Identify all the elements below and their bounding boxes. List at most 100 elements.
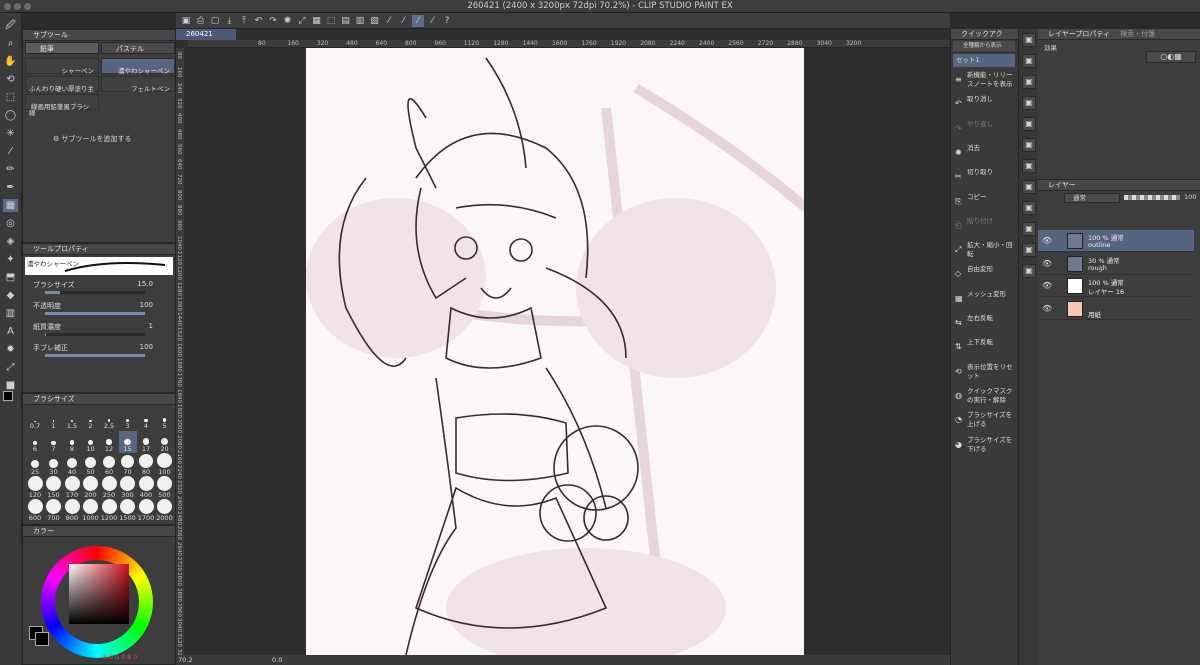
brush-size-preset[interactable]: 15: [118, 431, 137, 453]
brush-size-preset[interactable]: 200: [82, 476, 100, 499]
quick-access-item[interactable]: ↷ やり直し: [953, 120, 1015, 142]
tool-icon[interactable]: A: [3, 325, 18, 338]
command-icon[interactable]: ▣: [180, 15, 192, 27]
command-icon[interactable]: ↷: [267, 15, 279, 27]
brush-item[interactable]: ふんわり硬い厚塗り主線: [25, 76, 99, 117]
brush-item[interactable]: シャーペン: [25, 58, 99, 75]
layer-row[interactable]: 👁 30 % 通常 rough: [1038, 253, 1194, 275]
quick-access-item[interactable]: ⎗ 貼り付け: [953, 217, 1015, 239]
saturation-value-square[interactable]: [69, 564, 129, 624]
search-tag-tab[interactable]: 検索・付箋: [1120, 30, 1155, 38]
command-icon[interactable]: ⁄: [412, 15, 424, 27]
quick-access-item[interactable]: ⇆ 左右反転: [953, 314, 1015, 336]
tool-icon[interactable]: ◈: [3, 235, 18, 248]
command-icon[interactable]: ⤓: [224, 15, 236, 27]
quick-access-item[interactable]: ⤢ 拡大・縮小・回転: [953, 241, 1015, 263]
brush-size-preset[interactable]: 50: [82, 454, 100, 476]
brush-size-preset[interactable]: 1.5: [63, 408, 81, 430]
property-slider[interactable]: [45, 333, 145, 336]
tool-icon[interactable]: ⟲: [3, 73, 18, 86]
tool-icon[interactable]: 🖉: [3, 19, 18, 32]
brush-size-preset[interactable]: 7: [45, 431, 63, 453]
property-value[interactable]: 1: [123, 322, 153, 330]
tool-icon[interactable]: ✹: [3, 343, 18, 356]
tool-icon[interactable]: ◆: [3, 289, 18, 302]
quick-access-item[interactable]: ⟲ 表示位置をリセット: [953, 363, 1015, 385]
brush-size-preset[interactable]: 2000: [156, 499, 174, 522]
brush-size-preset[interactable]: 250: [100, 476, 118, 499]
tool-icon[interactable]: ⤢: [3, 361, 18, 374]
brush-size-preset[interactable]: 60: [100, 454, 118, 476]
quick-access-item[interactable]: ◕ ブラシサイズを下げる: [953, 436, 1015, 458]
command-icon[interactable]: ▥: [354, 15, 366, 27]
visibility-eye-icon[interactable]: 👁: [1042, 259, 1052, 268]
brush-size-preset[interactable]: 100: [156, 453, 174, 476]
quick-access-item[interactable]: ◔ ブラシサイズを上げる: [953, 411, 1015, 433]
property-value[interactable]: 15.0: [123, 280, 153, 288]
brush-size-preset[interactable]: 25: [26, 454, 44, 476]
panel-toggle-icon[interactable]: ▣: [1022, 243, 1036, 257]
quick-access-item[interactable]: ≡ 新機能・リリースノートを表示: [953, 71, 1015, 93]
tool-icon[interactable]: ▥: [3, 307, 18, 320]
command-icon[interactable]: ⤒: [238, 15, 250, 27]
foreground-color-swatch[interactable]: [3, 391, 13, 401]
brush-size-preset[interactable]: 120: [26, 476, 44, 499]
brush-size-preset[interactable]: 2: [82, 408, 100, 430]
brush-size-preset[interactable]: 70: [119, 454, 137, 476]
drawing-canvas[interactable]: [306, 48, 804, 655]
opacity-slider[interactable]: [1124, 195, 1180, 200]
quick-access-item[interactable]: ◍ クイックマスクの実行・解除: [953, 387, 1015, 409]
visibility-eye-icon[interactable]: 👁: [1042, 304, 1052, 313]
panel-toggle-icon[interactable]: ▣: [1022, 180, 1036, 194]
panel-toggle-icon[interactable]: ▣: [1022, 138, 1036, 152]
tool-icon[interactable]: ▦: [3, 199, 18, 212]
brush-size-preset[interactable]: 40: [63, 454, 81, 476]
command-icon[interactable]: ⬚: [325, 15, 337, 27]
panel-toggle-icon[interactable]: ▣: [1022, 159, 1036, 173]
brush-size-preset[interactable]: 400: [137, 476, 155, 499]
blend-mode-select[interactable]: 通常: [1064, 193, 1120, 203]
command-icon[interactable]: ⁄: [427, 15, 439, 27]
brush-size-preset[interactable]: 150: [45, 476, 63, 499]
brush-item[interactable]: フェルトペン: [101, 76, 175, 93]
opacity-value[interactable]: 100: [1184, 193, 1196, 201]
sub-color-swatch[interactable]: [35, 632, 49, 646]
tool-icon[interactable]: ⁄: [3, 145, 18, 158]
command-icon[interactable]: ⤢: [296, 15, 308, 27]
property-value[interactable]: 100: [123, 301, 153, 309]
rotation-angle[interactable]: 0.0: [272, 655, 282, 665]
command-icon[interactable]: ↶: [253, 15, 265, 27]
brush-size-preset[interactable]: 1200: [100, 499, 118, 522]
zoom-level[interactable]: 70.2: [178, 655, 192, 665]
brush-size-preset[interactable]: 8: [63, 431, 81, 453]
layer-row[interactable]: 👁 用紙: [1038, 298, 1194, 320]
visibility-eye-icon[interactable]: 👁: [1042, 236, 1052, 245]
tool-icon[interactable]: ✳: [3, 127, 18, 140]
quick-access-item[interactable]: ⎘ コピー: [953, 193, 1015, 215]
tab-pencil[interactable]: 鉛筆: [25, 42, 99, 54]
tool-icon[interactable]: ✏: [3, 163, 18, 176]
panel-toggle-icon[interactable]: ▣: [1022, 75, 1036, 89]
add-subtool-button[interactable]: ⚙ サブツールを追加する: [53, 134, 132, 144]
tool-icon[interactable]: ✋: [3, 55, 18, 68]
panel-toggle-icon[interactable]: ▣: [1022, 201, 1036, 215]
brush-size-preset[interactable]: 1700: [137, 499, 155, 522]
brush-size-preset[interactable]: 20: [156, 431, 174, 453]
quick-access-item[interactable]: ✂ 切り取り: [953, 168, 1015, 190]
brush-size-preset[interactable]: 1: [45, 408, 63, 430]
brush-size-preset[interactable]: 6: [26, 431, 44, 453]
effect-buttons[interactable]: ○◐▦: [1146, 51, 1196, 63]
property-slider[interactable]: [45, 291, 145, 294]
quick-access-item[interactable]: ↶ 取り消し: [953, 95, 1015, 117]
command-icon[interactable]: ?: [441, 15, 453, 27]
brush-size-preset[interactable]: 1500: [119, 499, 137, 522]
brush-size-preset[interactable]: 500: [156, 476, 174, 499]
command-icon[interactable]: ⎙: [195, 15, 207, 27]
brush-size-preset[interactable]: 800: [63, 499, 81, 522]
layer-row[interactable]: 👁 100 % 通常 outline: [1038, 230, 1194, 252]
brush-size-preset[interactable]: 5: [156, 408, 174, 430]
brush-size-preset[interactable]: 3: [119, 408, 137, 430]
panel-toggle-icon[interactable]: ▣: [1022, 264, 1036, 278]
brush-size-preset[interactable]: 12: [100, 431, 118, 453]
brush-size-preset[interactable]: 17: [137, 431, 155, 453]
